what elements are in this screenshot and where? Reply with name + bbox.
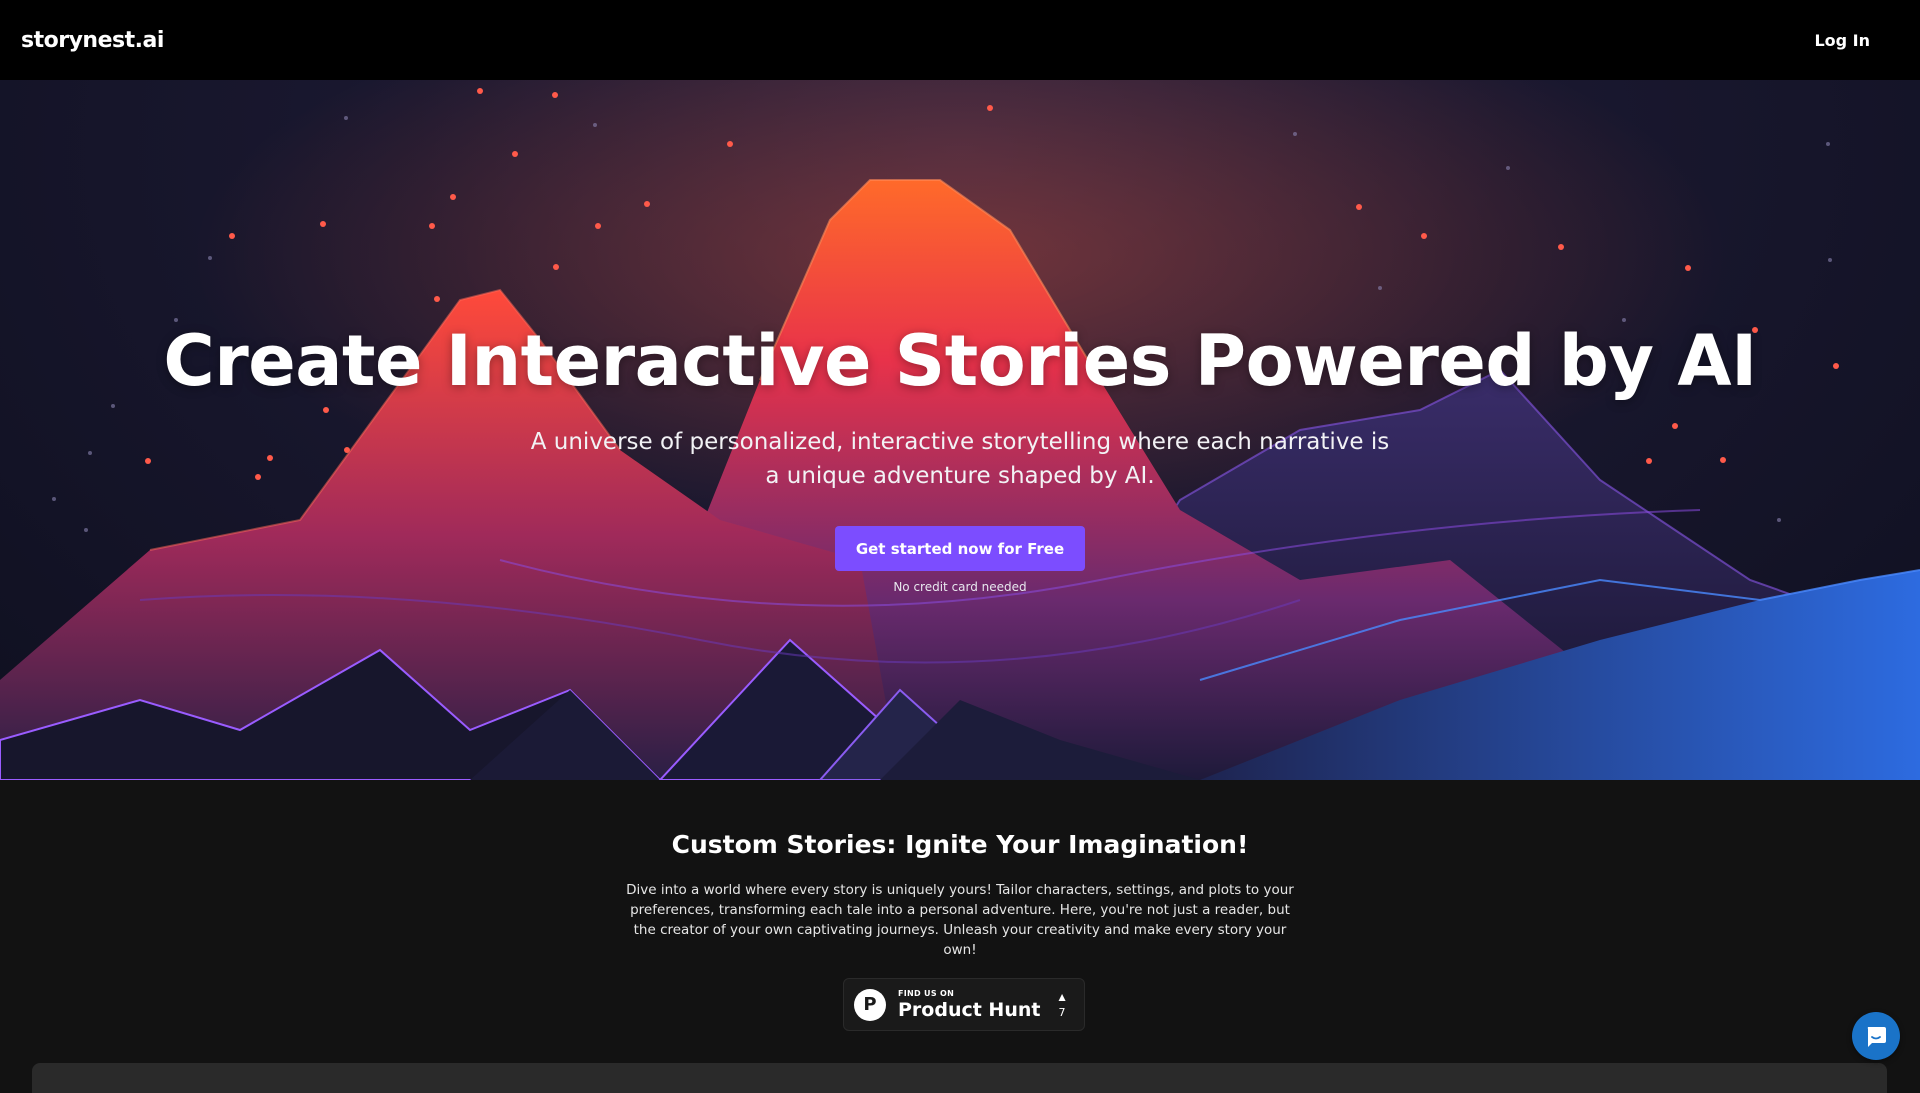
upvote-arrow-icon: ▲ — [1056, 989, 1068, 1004]
section-title: Custom Stories: Ignite Your Imagination! — [671, 830, 1249, 859]
upvote-count: 7 — [1058, 1005, 1066, 1019]
product-hunt-small-label: FIND US ON — [898, 988, 955, 998]
hero-content: Create Interactive Stories Powered by AI… — [0, 80, 1920, 780]
product-hunt-text: FIND US ON Product Hunt — [898, 989, 1040, 1021]
chat-bubble-icon — [1867, 1027, 1886, 1047]
chat-widget-button[interactable] — [1852, 1012, 1900, 1060]
product-hunt-name: Product Hunt — [898, 998, 1041, 1021]
product-hunt-logo-icon: P — [854, 988, 886, 1021]
product-hunt-badge[interactable]: P FIND US ON Product Hunt ▲ 7 — [843, 978, 1085, 1031]
top-navbar: storynest.ai Log In — [0, 0, 1920, 80]
custom-stories-section: Custom Stories: Ignite Your Imagination!… — [0, 780, 1920, 1080]
upvote-counter: ▲ 7 — [1056, 991, 1068, 1019]
hero-title: Create Interactive Stories Powered by AI — [163, 320, 1757, 402]
site-logo[interactable]: storynest.ai — [21, 28, 164, 53]
hero-section: Create Interactive Stories Powered by AI… — [0, 80, 1920, 780]
no-credit-card-note: No credit card needed — [893, 580, 1027, 594]
next-section-card — [32, 1063, 1887, 1093]
section-description: Dive into a world where every story is u… — [626, 882, 1294, 958]
get-started-button[interactable]: Get started now for Free — [835, 526, 1085, 571]
hero-subtitle: A universe of personalized, interactive … — [530, 429, 1390, 489]
login-link[interactable]: Log In — [1814, 31, 1870, 50]
